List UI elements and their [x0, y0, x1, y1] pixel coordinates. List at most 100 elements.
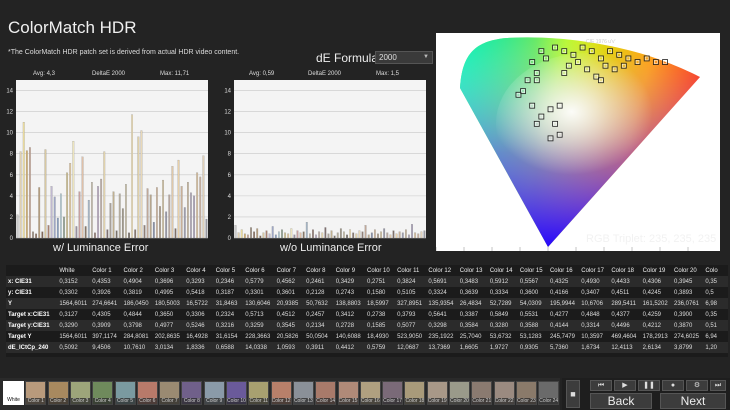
patch-swatch[interactable]: Color 8	[181, 381, 203, 405]
table-header-cell: Color 13	[459, 267, 483, 274]
table-header-row: White Color 1 Color 2 Color 3 Color 4 Color 5…	[6, 265, 728, 276]
back-button[interactable]: Back	[590, 393, 652, 409]
chart-bar	[149, 194, 152, 239]
patch-swatch[interactable]: Color 22	[493, 381, 515, 405]
chart-bar	[165, 211, 168, 239]
table-cell: 202,8635	[154, 333, 180, 340]
y-tick-label: 0	[10, 236, 14, 240]
patch-swatch[interactable]: Color 2	[47, 381, 69, 405]
chart-bar	[268, 233, 271, 239]
play-icon[interactable]: ▶	[614, 380, 636, 391]
patch-swatch[interactable]: Color 23	[515, 381, 537, 405]
chart-bar	[69, 163, 72, 239]
table-body: x: CIE31 0,3152 0,4353 0,4904 0,3696 0,3293 0,…	[6, 276, 728, 353]
patch-swatch[interactable]: Color 20	[449, 381, 470, 405]
patch-swatch[interactable]: Color 24	[538, 381, 560, 405]
table-cell: 0,2728	[335, 322, 355, 329]
table-cell: 1,0593	[276, 344, 295, 351]
patch-swatch[interactable]: Color 19	[426, 381, 448, 405]
table-cell: 0,5759	[367, 344, 386, 351]
formula-dropdown[interactable]: 2000 ▼	[375, 51, 433, 64]
patch-swatch[interactable]: Color 13	[292, 381, 314, 405]
table-cell: 284,8081	[123, 333, 149, 340]
chart-bar	[38, 187, 41, 239]
table-header-cell: Color 16	[549, 267, 573, 274]
chart-bar	[234, 225, 237, 239]
chart-bar	[408, 234, 410, 239]
table-cell: 186,0450	[123, 300, 149, 307]
chart-bar	[401, 232, 404, 239]
table-cell: 397,1174	[92, 333, 117, 340]
table-cell: 0,3545	[276, 322, 295, 329]
table-cell: 0,4353	[92, 278, 111, 285]
table-cell: 0,5641	[428, 311, 447, 318]
patch-swatch[interactable]: Color 15	[337, 381, 359, 405]
rgb-triplet: RGB Triplet: 235, 235, 235	[586, 233, 717, 245]
patch-swatch[interactable]: Color 7	[159, 381, 181, 405]
patch-swatch[interactable]: Color 6	[136, 381, 158, 405]
chart-bar	[312, 229, 314, 239]
y-tick-label: 10	[6, 131, 13, 137]
patch-swatch-label: Color 10	[227, 398, 246, 404]
chart-bar	[186, 182, 189, 239]
patch-swatch[interactable]: Color 4	[92, 381, 114, 405]
table-cell: 0,4245	[642, 289, 662, 296]
chart2-metric: DeltaE 2000	[308, 71, 342, 77]
table-cell: 53,1283	[519, 333, 542, 340]
stop-icon[interactable]: ■	[566, 380, 580, 408]
pause-icon[interactable]: ❚❚	[638, 380, 660, 391]
patch-swatch-label: Color 23	[516, 398, 536, 404]
chart1-max: Max: 11,71	[160, 71, 190, 77]
record-icon[interactable]: ●	[662, 380, 684, 391]
patch-swatch[interactable]: Color 3	[69, 381, 91, 405]
table-cell: 0,5691	[428, 278, 447, 285]
patch-swatch-label: Color 8	[182, 398, 202, 404]
table-cell: 14,0338	[245, 344, 267, 351]
chart-bar	[380, 231, 382, 239]
table-cell: 1564,6011	[59, 300, 88, 307]
table-cell: 3,0134	[154, 344, 174, 351]
chart-bar	[352, 232, 355, 239]
table-cell: 1,6734	[581, 344, 600, 351]
y-tick-label: 4	[228, 194, 232, 200]
patch-swatch[interactable]: Color 21	[471, 381, 493, 405]
patch-swatch[interactable]: Color 12	[270, 381, 292, 405]
table-header-cell: Color 18	[611, 267, 635, 274]
patch-swatch[interactable]: White	[3, 381, 24, 405]
table-cell: 0,5779	[245, 278, 264, 285]
patch-swatch[interactable]: Color 17	[382, 381, 404, 405]
table-cell: 0,4977	[154, 322, 174, 329]
table-cell: 52,7289	[489, 300, 512, 307]
patch-swatch[interactable]: Color 1	[25, 381, 47, 405]
chart-bar	[63, 216, 65, 239]
chart-bar	[336, 232, 339, 239]
chart2-max: Max: 1,5	[376, 71, 400, 77]
table-cell: 50,7632	[306, 300, 328, 307]
table-header-cell	[6, 265, 57, 276]
chart-bar	[333, 235, 336, 239]
patch-swatch[interactable]: Color 16	[359, 381, 381, 405]
settings-icon[interactable]: ⚙	[686, 380, 708, 391]
forward-icon[interactable]: ⏭	[710, 380, 726, 391]
patch-swatch[interactable]: Color 9	[203, 381, 225, 405]
table-cell: 26,4834	[459, 300, 482, 307]
patch-swatch[interactable]: Color 11	[248, 381, 270, 405]
table-cell: 0,3324	[428, 289, 447, 296]
patch-swatch[interactable]: Color 18	[404, 381, 426, 405]
chart-bar	[131, 114, 134, 239]
chart-bar	[377, 233, 379, 239]
patch-swatch[interactable]: Color 10	[226, 381, 247, 405]
table-cell: 0,4433	[611, 278, 630, 285]
patch-swatch[interactable]: Color 5	[114, 381, 136, 405]
table-cell: 469,4604	[611, 333, 637, 340]
chart-bar	[259, 235, 262, 239]
table-cell: 0,3696	[154, 278, 174, 285]
table-cell: 0,4325	[549, 278, 569, 285]
next-button[interactable]: Next	[660, 393, 726, 409]
rewind-icon[interactable]: ⏮	[590, 380, 612, 391]
chart-bar	[370, 232, 373, 239]
patch-swatch[interactable]: Color 14	[315, 381, 337, 405]
table-cell: 31,6154	[215, 333, 238, 340]
chart-bar	[271, 226, 274, 239]
chart-bar	[90, 182, 93, 239]
